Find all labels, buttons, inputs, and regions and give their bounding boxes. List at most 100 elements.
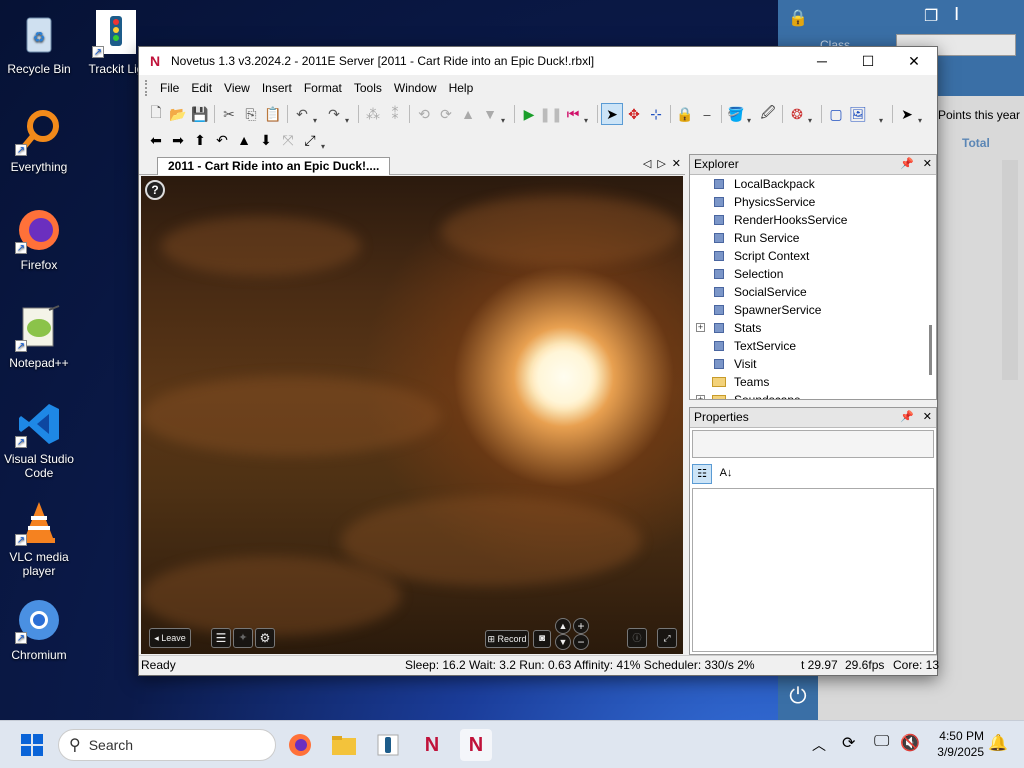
menu-file[interactable]: File (154, 81, 185, 95)
notification-bell-icon[interactable]: 🔔 (988, 733, 1008, 753)
frame-icon[interactable]: ▢ (825, 103, 847, 125)
desktop-icon-notepadpp[interactable]: ↗ Notepad++ (1, 304, 77, 370)
tab-prev-icon[interactable]: ◁ (643, 157, 651, 170)
scrollbar[interactable] (1002, 160, 1018, 380)
game-viewport[interactable]: ? ◂ Leave ☰ ✦ ⚙ ⊞ Record ◙ + − ▲ ▼ ⓘ ⤢ (141, 176, 683, 654)
info-button[interactable]: ⓘ (627, 628, 647, 648)
group-icon[interactable]: ⁂ (362, 103, 384, 125)
explorer-item[interactable]: + Soundscape (690, 391, 936, 399)
zoom-extents-icon[interactable]: ⤢ (299, 129, 321, 151)
categorized-icon[interactable]: ☷ (692, 464, 712, 484)
pointer-icon[interactable]: ➤ (896, 103, 918, 125)
sort-alpha-icon[interactable]: A↓ (716, 464, 736, 484)
taskbar-search[interactable]: ⚲ Search (58, 729, 276, 761)
menu-grip[interactable] (145, 80, 148, 96)
explorer-item[interactable]: SpawnerService (690, 301, 936, 319)
lock-tool-icon[interactable]: 🔒 (674, 103, 696, 125)
network-icon[interactable]: 🖵 (874, 733, 889, 751)
redo-icon[interactable]: ↷ (323, 103, 345, 125)
menu-format[interactable]: Format (298, 81, 348, 95)
menu-tools[interactable]: Tools (348, 81, 388, 95)
zoom-in-icon[interactable]: ⤧ (277, 129, 299, 151)
tilt-up-icon[interactable]: ▲ (457, 103, 479, 125)
explorer-item[interactable]: PhysicsService (690, 193, 936, 211)
tab-close-icon[interactable]: ✕ (672, 157, 681, 170)
expand-icon[interactable]: + (696, 395, 705, 399)
expand-icon[interactable]: + (696, 323, 705, 332)
rotate-left-icon[interactable]: ⟲ (413, 103, 435, 125)
taskbar-file-explorer[interactable] (328, 729, 360, 761)
close-icon[interactable]: ✕ (923, 411, 932, 423)
close-icon[interactable]: ✕ (923, 158, 932, 170)
dropper-icon[interactable]: 🖉 (757, 103, 779, 125)
save-icon[interactable]: 💾 (189, 103, 211, 125)
anchor-tool-icon[interactable]: ⎯ (696, 103, 718, 125)
tab-next-icon[interactable]: ▷ (657, 157, 665, 170)
menu-list-button[interactable]: ☰ (211, 628, 231, 648)
desktop-icon-everything[interactable]: ↗ Everything (1, 108, 77, 174)
resize-tool-icon[interactable]: ⊹ (645, 103, 667, 125)
explorer-scrollbar[interactable] (929, 325, 932, 375)
close-button[interactable]: ✕ (891, 47, 937, 75)
camera-left-icon[interactable]: ⬅ (145, 129, 167, 151)
power-button[interactable]: ⏻ (778, 672, 818, 720)
taskbar-novetus-1[interactable]: N (416, 729, 448, 761)
desktop-icon-recycle-bin[interactable]: ♻ Recycle Bin (1, 10, 77, 76)
taskbar-trackit[interactable] (372, 729, 404, 761)
start-button[interactable] (16, 729, 48, 761)
fullscreen-button[interactable]: ⤢ (657, 628, 677, 648)
undo-icon[interactable]: ↶ (291, 103, 313, 125)
copy-icon[interactable]: ⎘ (240, 103, 262, 125)
explorer-item[interactable]: Teams (690, 373, 936, 391)
ungroup-icon[interactable]: ⁑ (384, 103, 406, 125)
explorer-item[interactable]: Selection (690, 265, 936, 283)
rotate-right-icon[interactable]: ⟳ (435, 103, 457, 125)
explorer-item[interactable]: Run Service (690, 229, 936, 247)
camera-button[interactable]: ◙ (533, 630, 551, 648)
show-hidden-icons-chevron-icon[interactable]: ︿ (812, 735, 826, 755)
copy-icon[interactable]: ❐ (924, 6, 938, 26)
help-button[interactable]: ? (145, 180, 165, 200)
select-tool-icon[interactable]: ➤ (601, 103, 623, 125)
camera-down-icon[interactable]: ⬇ (255, 129, 277, 151)
explorer-item[interactable]: Visit (690, 355, 936, 373)
explorer-item[interactable]: SocialService (690, 283, 936, 301)
camera-forward-icon[interactable]: ⬆ (189, 129, 211, 151)
desktop-icon-vlc[interactable]: ↗ VLC media player (1, 498, 77, 578)
properties-filter-box[interactable] (692, 430, 934, 458)
backpack-button[interactable]: ✦ (233, 628, 253, 648)
new-icon[interactable]: 🗋 (145, 103, 167, 125)
leave-button[interactable]: ◂ Leave (149, 628, 191, 648)
cut-icon[interactable]: ✂ (218, 103, 240, 125)
play-icon[interactable]: ▶ (518, 103, 540, 125)
taskbar-firefox[interactable] (284, 729, 316, 761)
screenshot-icon[interactable]: 🖼 (847, 103, 869, 125)
desktop-icon-vscode[interactable]: ↗ Visual Studio Code (1, 400, 77, 480)
sync-icon[interactable]: ⟳ (842, 733, 855, 753)
menu-view[interactable]: View (218, 81, 256, 95)
reset-icon[interactable]: ⏮ (562, 103, 584, 125)
explorer-item[interactable]: TextService (690, 337, 936, 355)
settings-button[interactable]: ⚙ (255, 628, 275, 648)
explorer-item[interactable]: + Stats (690, 319, 936, 337)
camera-back-icon[interactable]: ↶ (211, 129, 233, 151)
lock-icon[interactable]: 🔒 (788, 8, 808, 28)
properties-grid[interactable] (692, 488, 934, 652)
minimize-button[interactable]: ─ (799, 47, 845, 75)
pin-icon[interactable]: 📌 (900, 158, 914, 170)
document-tab[interactable]: 2011 - Cart Ride into an Epic Duck!.... (157, 157, 391, 175)
pin-icon[interactable]: 📌 (900, 411, 914, 423)
zoom-out-button[interactable]: − (573, 634, 589, 650)
explorer-item[interactable]: RenderHooksService (690, 211, 936, 229)
desktop-icon-firefox[interactable]: ↗ Firefox (1, 206, 77, 272)
text-cursor-icon[interactable]: Ⅰ (954, 4, 959, 25)
taskbar-clock[interactable]: 4:50 PM 3/9/2025 (914, 728, 984, 760)
paste-icon[interactable]: 📋 (262, 103, 284, 125)
menu-window[interactable]: Window (388, 81, 443, 95)
open-icon[interactable]: 📂 (167, 103, 189, 125)
menu-insert[interactable]: Insert (256, 81, 298, 95)
explorer-item[interactable]: LocalBackpack (690, 175, 936, 193)
pause-icon[interactable]: ❚❚ (539, 103, 562, 125)
taskbar-novetus-2[interactable]: N (460, 729, 492, 761)
maximize-button[interactable]: ☐ (845, 47, 891, 75)
